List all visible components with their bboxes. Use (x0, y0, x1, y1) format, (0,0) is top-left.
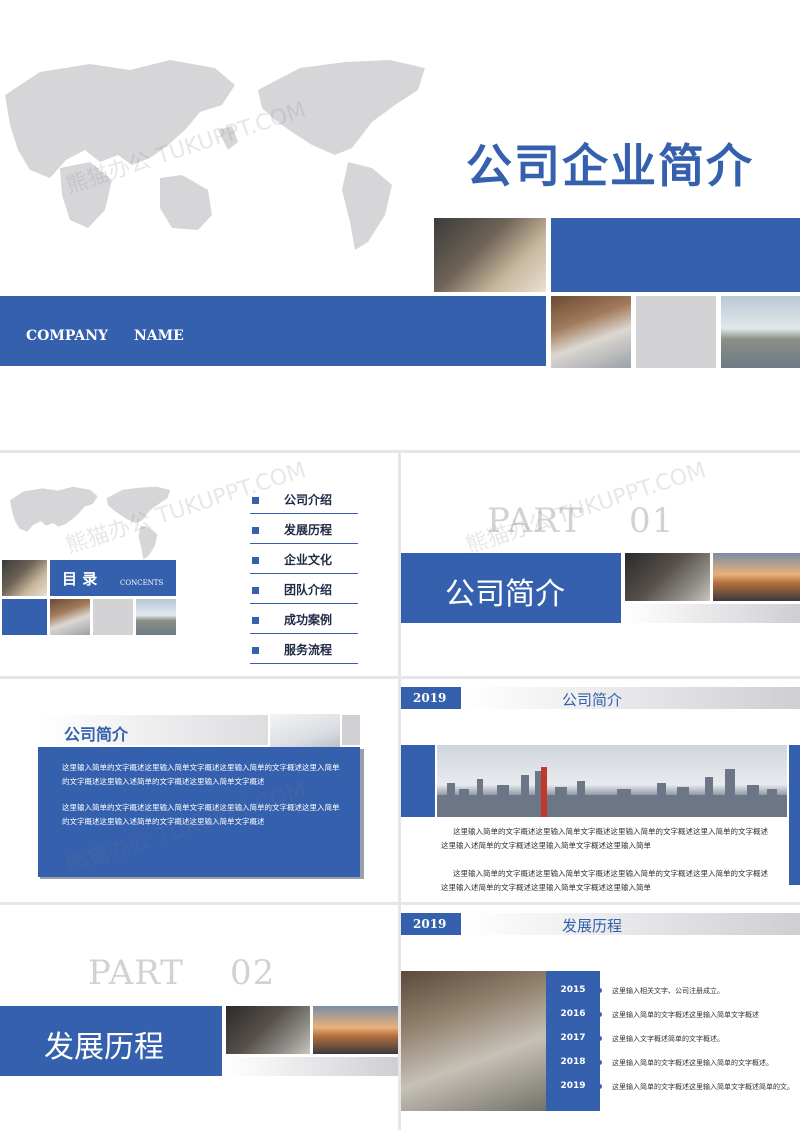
city-paragraph-1-line-1: 这里输入简单的文字概述这里输入简单文字概述这里输入简单的文字概述这里入简单的文字… (453, 827, 768, 836)
cover-photo-road (721, 296, 800, 368)
timeline-year-2018: 2018 (560, 1057, 586, 1067)
toc-item-label: 团队介绍 (284, 583, 333, 597)
timeline-text-2017: 这里输入文字概述简单的文字概述。 (612, 1035, 724, 1043)
timeline-dot (597, 1012, 602, 1017)
toc-item-process[interactable]: 服务流程 (250, 639, 358, 664)
part1-slide: PART 01 公司简介 (401, 453, 800, 676)
toc-subtitle: CONCENTS (120, 579, 164, 587)
toc-item-cases[interactable]: 成功案例 (250, 609, 358, 634)
toc-slide: 目 录 CONCENTS 公司介绍 发展历程 企业文化 团队介绍 成功案例 服务… (0, 453, 398, 676)
cover-blue-block (551, 218, 800, 292)
timeline-year-2017: 2017 (560, 1033, 586, 1043)
toc-item-team[interactable]: 团队介绍 (250, 579, 358, 604)
part1-part-number: 01 (629, 501, 675, 541)
city-right-stripe (789, 745, 800, 885)
toc-photo-road (136, 599, 176, 635)
timeline-title-bar: 发展历程 (464, 913, 800, 935)
skyline-graphic (437, 767, 787, 817)
toc-photo-desk (2, 560, 47, 596)
timeline-title: 发展历程 (562, 917, 623, 935)
city-skyline-photo (437, 745, 787, 817)
city-title: 公司简介 (562, 691, 623, 709)
intro-card-slide: 公司简介 这里输入简单的文字概述这里输入简单文字概述这里输入简单的文字概述这里入… (0, 679, 398, 902)
toc-grey-square (93, 599, 133, 635)
intro-card-title: 公司简介 (64, 725, 129, 744)
timeline-dot (597, 988, 602, 993)
part1-title: 公司简介 (445, 577, 565, 612)
part1-part-word: PART (487, 501, 583, 541)
timeline-text-2018: 这里输入简单的文字概述这里输入简单的文字概述。 (612, 1059, 773, 1067)
city-paragraph-2-line-2: 这里输入述简单的文字概述这里输入简单文字概述这里输入简单 (441, 883, 651, 892)
timeline-dot (597, 1036, 602, 1041)
city-year-tag: 2019 (401, 687, 461, 709)
toc-title: 目 录 (62, 570, 98, 588)
bullet-icon (252, 587, 259, 594)
cover-grey-block (636, 296, 716, 368)
name-label: NAME (134, 328, 184, 344)
part2-part-number: 02 (230, 953, 276, 993)
toc-item-label: 服务流程 (284, 643, 333, 657)
world-map-graphic (5, 60, 425, 250)
toc-item-culture[interactable]: 企业文化 (250, 549, 358, 574)
city-year: 2019 (413, 691, 447, 705)
part1-grey-strip (625, 604, 800, 623)
toc-photo-laptop (50, 599, 90, 635)
toc-blue-square (2, 599, 47, 635)
timeline-year-2015: 2015 (560, 985, 586, 995)
timeline-year-2019: 2019 (560, 1081, 586, 1091)
toc-title-bar: 目 录 CONCENTS (50, 560, 176, 596)
cover-photo-laptop (551, 296, 631, 368)
city-paragraph-2-line-1: 这里输入简单的文字概述这里输入简单文字概述这里输入简单的文字概述这里入简单的文字… (453, 869, 768, 878)
part2-title-bar: 发展历程 (0, 1006, 222, 1076)
part1-photo-office (625, 553, 710, 601)
cover-slide: 公司企业简介 COMPANY NAME (0, 0, 800, 450)
part2-title: 发展历程 (44, 1030, 164, 1065)
part1-photo-sunset (713, 553, 800, 601)
intro-card-body: 这里输入简单的文字概述这里输入简单文字概述这里输入简单的文字概述这里入简单的文字… (38, 747, 360, 877)
timeline-text-2019: 这里输入简单的文字概述这里输入简单文字概述简单的文。 (612, 1083, 794, 1091)
intro-card-paragraph-2: 这里输入简单的文字概述这里输入简单文字概述这里输入简单的文字概述这里入简单的文字… (62, 803, 340, 826)
intro-card-paragraph-1: 这里输入简单的文字概述这里输入简单文字概述这里输入简单的文字概述这里入简单的文字… (62, 763, 340, 786)
timeline-text-2015: 这里输入相关文字、公司注册成立。 (612, 987, 724, 995)
toc-item-company-intro[interactable]: 公司介绍 (250, 489, 358, 514)
toc-world-map-graphic (10, 486, 171, 560)
toc-item-history[interactable]: 发展历程 (250, 519, 358, 544)
bullet-icon (252, 557, 259, 564)
company-label: COMPANY (26, 328, 108, 344)
toc-item-label: 成功案例 (284, 613, 333, 627)
timeline-dot (597, 1060, 602, 1065)
bullet-icon (252, 647, 259, 654)
cover-company-bar: COMPANY NAME (0, 296, 546, 366)
timeline-office-photo (401, 971, 557, 1111)
city-slide: 2019 公司简介 这里输入简单的文字概述这里输入简单文字概述这里输入简单的文字… (401, 679, 800, 902)
bullet-icon (252, 617, 259, 624)
part2-slide: PART 02 发展历程 (0, 905, 398, 1130)
toc-item-label: 发展历程 (284, 523, 333, 537)
timeline-year-2016: 2016 (560, 1009, 586, 1019)
cover-photo-desk (434, 218, 546, 292)
part2-part-word: PART (88, 953, 184, 993)
bullet-icon (252, 527, 259, 534)
city-title-bar: 公司简介 (464, 687, 800, 709)
timeline-text-2016: 这里输入简单的文字概述这里输入简单文字概述 (612, 1011, 759, 1019)
part1-title-bar: 公司简介 (401, 553, 621, 623)
city-left-stripe (401, 745, 435, 817)
bullet-icon (252, 497, 259, 504)
toc-item-label: 公司介绍 (284, 493, 333, 507)
cover-title: 公司企业简介 (466, 139, 754, 193)
part2-grey-strip (226, 1057, 398, 1076)
part2-photo-sunset (313, 1006, 398, 1054)
part2-photo-office (226, 1006, 310, 1054)
city-paragraph-1-line-2: 这里输入述简单的文字概述这里输入简单文字概述这里输入简单 (441, 841, 651, 850)
toc-item-label: 企业文化 (284, 553, 333, 567)
timeline-year: 2019 (413, 917, 447, 931)
timeline-year-tag: 2019 (401, 913, 461, 935)
timeline-dot (597, 1084, 602, 1089)
